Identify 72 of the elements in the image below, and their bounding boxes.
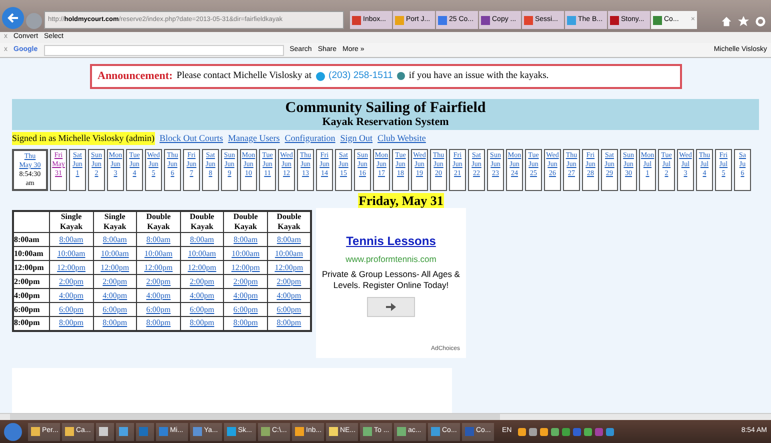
slot-link[interactable]: 4:00pm — [93, 288, 137, 302]
slot-link[interactable]: 10:00am — [136, 246, 180, 260]
phone-icon — [316, 72, 325, 81]
slot-link[interactable]: 8:00am — [93, 232, 137, 246]
slot-link[interactable]: 12:00pm — [224, 260, 268, 274]
slot-link[interactable]: 6:00pm — [93, 302, 137, 316]
time-cell: 10:00am — [13, 246, 50, 260]
slot-link[interactable]: 6:00pm — [224, 302, 268, 316]
nav-link[interactable]: Block Out Courts — [160, 132, 224, 145]
taskbar-button[interactable] — [116, 422, 134, 440]
arrow-icon — [386, 302, 396, 311]
slot-link[interactable]: 8:00am — [49, 232, 94, 246]
column-header: Double Kayak — [180, 211, 224, 232]
slot-link[interactable]: 8:00am — [224, 232, 268, 246]
back-button[interactable] — [2, 7, 24, 29]
time-cell: 12:00pm — [13, 260, 50, 274]
slot-link[interactable]: 12:00pm — [93, 260, 137, 274]
nav-link[interactable]: Sign Out — [340, 132, 373, 145]
ad-url: www.proformtennis.com — [346, 253, 436, 266]
nav-link[interactable]: Manage Users — [228, 132, 280, 145]
day-title: Friday, May 31 — [358, 193, 444, 208]
slot-link[interactable]: 10:00am — [180, 246, 224, 260]
announcement-label: Announcement: — [98, 69, 173, 84]
slot-link[interactable]: 2:00pm — [136, 274, 180, 288]
time-cell: 8:00am — [13, 232, 50, 246]
ad-arrow-button[interactable] — [367, 296, 415, 317]
slot-link[interactable]: 4:00pm — [224, 288, 268, 302]
slot-link[interactable]: 2:00pm — [93, 274, 137, 288]
slot-link[interactable]: 6:00pm — [180, 302, 224, 316]
slot-link[interactable]: 4:00pm — [136, 288, 180, 302]
site-subtitle: Kayak Reservation System — [322, 116, 449, 128]
slot-link[interactable]: 12:00pm — [180, 260, 224, 274]
slot-link[interactable]: 10:00am — [93, 246, 137, 260]
slot-link[interactable]: 12:00pm — [49, 260, 94, 274]
time-cell: 8:00pm — [13, 316, 50, 330]
signed-in-label: Signed in as Michelle Vislosky (admin) — [12, 132, 155, 145]
slot-link[interactable]: 8:00am — [136, 232, 180, 246]
home-icon[interactable] — [721, 16, 732, 27]
nav-link[interactable]: Club Website — [378, 132, 426, 145]
column-header: Single Kayak — [49, 211, 94, 232]
column-header: Double Kayak — [224, 211, 268, 232]
slot-link[interactable]: 2:00pm — [224, 274, 268, 288]
slot-link[interactable]: 4:00pm — [49, 288, 94, 302]
time-cell: 6:00pm — [13, 302, 50, 316]
slot-link[interactable]: 4:00pm — [180, 288, 224, 302]
ad-title[interactable]: Tennis Lessons — [346, 232, 436, 250]
slot-link[interactable]: 12:00pm — [136, 260, 180, 274]
column-header: Single Kayak — [93, 211, 137, 232]
star-icon[interactable] — [738, 16, 749, 27]
call-icon — [396, 72, 405, 80]
nav-link[interactable]: Configuration — [284, 132, 336, 145]
announcement-text: Please contact Michelle Vislosky at — [176, 70, 312, 84]
slot-link[interactable]: 2:00pm — [180, 274, 224, 288]
column-header: Double Kayak — [267, 211, 311, 232]
slot-link[interactable]: 10:00am — [224, 246, 268, 260]
search-field[interactable] — [44, 44, 284, 56]
slot-link[interactable]: 6:00pm — [49, 302, 94, 316]
horizontal-scrollbar[interactable] — [0, 413, 771, 420]
time-cell: 2:00pm — [13, 274, 50, 288]
slot-link[interactable]: 6:00pm — [136, 302, 180, 316]
ad-text: Private & Group Lessons- All Ages & Levels. Register Online Today! — [321, 268, 461, 291]
announcement-text: if you have an issue with the kayaks. — [408, 70, 549, 84]
taskbar-button[interactable] — [96, 422, 114, 440]
slot-link[interactable]: 10:00am — [49, 246, 94, 260]
start-button[interactable] — [4, 422, 22, 440]
site-title: Community Sailing of Fairfield — [285, 100, 486, 116]
phone-link[interactable]: (203) 258-1511 — [328, 69, 393, 84]
time-cell: 4:00pm — [13, 288, 50, 302]
back-arrow-icon — [7, 12, 19, 24]
column-header: Double Kayak — [136, 211, 180, 232]
slot-link[interactable]: 2:00pm — [49, 274, 94, 288]
slot-link[interactable]: 8:00am — [180, 232, 224, 246]
